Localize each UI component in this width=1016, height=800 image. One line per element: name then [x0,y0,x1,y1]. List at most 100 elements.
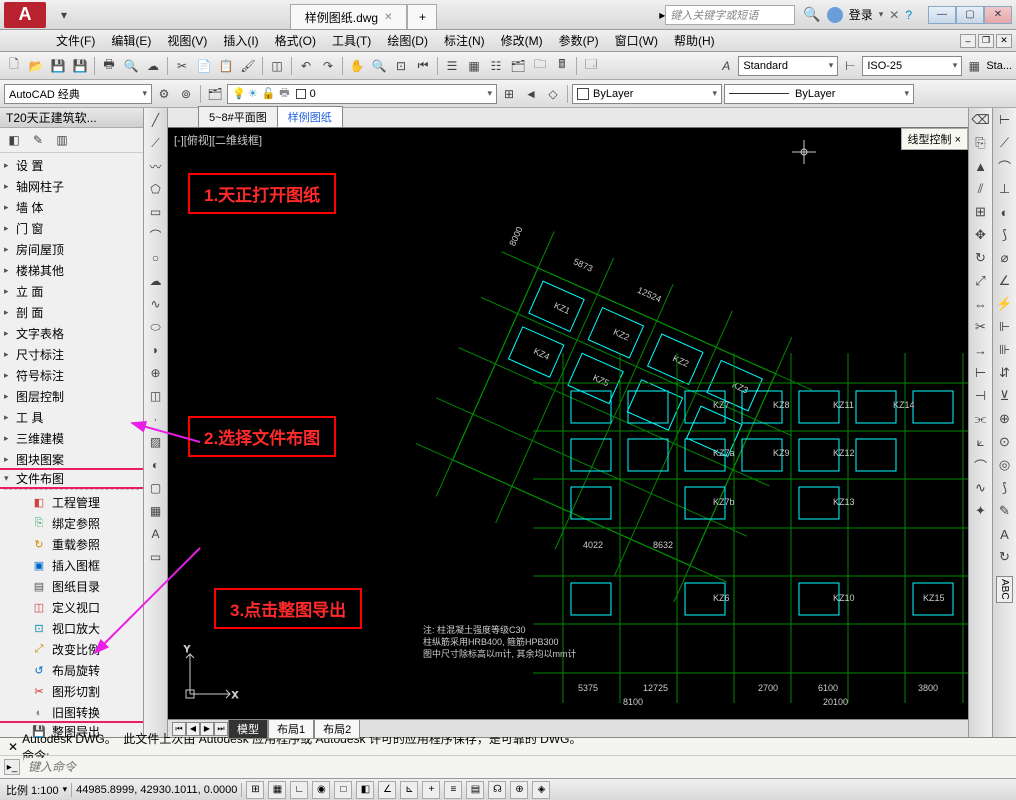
tree-sub-1[interactable]: ⎘绑定参照 [0,513,143,534]
doc-tab-2[interactable]: 样例图纸 [277,106,343,127]
menu-help[interactable]: 帮助(H) [666,30,723,51]
mtext-icon[interactable]: A [146,524,166,544]
doc-tab-1[interactable]: 5~8#平面图 [198,106,278,127]
tree-item-12[interactable]: ▸工 具 [0,407,143,428]
ellipsearc-icon[interactable]: ◗ [146,340,166,360]
toolpalettes-icon[interactable]: ☷ [486,56,506,76]
command-input[interactable] [24,758,1012,776]
zoom-realtime-icon[interactable]: 🔍 [369,56,389,76]
vertical-label[interactable]: ABC [996,576,1013,603]
tree-sub-2[interactable]: ↻重载参照 [0,534,143,555]
otrack-icon[interactable]: ∠ [378,781,396,799]
tree-item-15[interactable]: ▾文件布图 [0,468,143,489]
publish-icon[interactable]: ☁ [143,56,163,76]
workspace-settings2-icon[interactable]: ⊚ [176,84,196,104]
ltab-prev-icon[interactable]: ◀ [186,722,200,736]
offset-icon[interactable]: ⫽ [971,179,991,199]
tree-item-8[interactable]: ▸文字表格 [0,323,143,344]
menu-modify[interactable]: 修改(M) [493,30,551,51]
markup-icon[interactable]: 🗀 [530,56,550,76]
tree-item-2[interactable]: ▸墙 体 [0,197,143,218]
spline-icon[interactable]: ∿ [146,294,166,314]
workspace-dropdown[interactable]: AutoCAD 经典▾ [4,84,152,104]
qat-new-icon[interactable]: ▾ [54,5,74,25]
region-icon[interactable]: ▢ [146,478,166,498]
polar-icon[interactable]: ◉ [312,781,330,799]
lwt-icon[interactable]: ≡ [444,781,462,799]
mirror-icon[interactable]: ▲ [971,156,991,176]
ltab-first-icon[interactable]: ⏮ [172,722,186,736]
ortho-icon[interactable]: ∟ [290,781,308,799]
dim-ordinate-icon[interactable]: ⊥ [995,179,1015,199]
snap-icon[interactable]: ⊞ [246,781,264,799]
help-search-input[interactable]: 键入关键字或短语 [665,5,795,25]
gradient-icon[interactable]: ◐ [146,455,166,475]
ellipse-icon[interactable]: ⬭ [146,317,166,337]
tree-item-4[interactable]: ▸房间屋顶 [0,239,143,260]
dimedit-icon[interactable]: ✎ [995,501,1015,521]
dim-diameter-icon[interactable]: ⌀ [995,248,1015,268]
dim-continue-icon[interactable]: ⊪ [995,340,1015,360]
redo-icon[interactable]: ↷ [318,56,338,76]
dim-arc-icon[interactable]: ⌒ [995,156,1015,176]
sc-icon[interactable]: ⊕ [510,781,528,799]
dimted-icon[interactable]: A [995,524,1015,544]
blockedit-icon[interactable]: ◫ [267,56,287,76]
tree-item-11[interactable]: ▸图层控制 [0,386,143,407]
t20-tool2-icon[interactable]: ✎ [28,130,48,150]
designcenter-icon[interactable]: ▦ [464,56,484,76]
rotate-icon[interactable]: ↻ [971,248,991,268]
tablestyle-icon[interactable]: ▦ [964,56,984,76]
dyn-icon[interactable]: + [422,781,440,799]
status-scale[interactable]: 比例 1:100 [6,782,59,798]
hatch-icon[interactable]: ▨ [146,432,166,452]
undo-icon[interactable]: ↶ [296,56,316,76]
copy-icon[interactable]: 📄 [194,56,214,76]
join-icon[interactable]: ⫘ [971,409,991,429]
explode-icon[interactable]: ✦ [971,501,991,521]
cut-icon[interactable]: ✂ [172,56,192,76]
t20-tool1-icon[interactable]: ◧ [4,130,24,150]
tree-sub-11[interactable]: 💾整图导出 [0,721,143,737]
open-icon[interactable]: 📂 [26,56,46,76]
blend-icon[interactable]: ∿ [971,478,991,498]
tree-item-9[interactable]: ▸尺寸标注 [0,344,143,365]
print-icon[interactable]: 🖶 [99,56,119,76]
tree-sub-5[interactable]: ◫定义视口 [0,597,143,618]
properties-icon[interactable]: ☰ [442,56,462,76]
dim-aligned-icon[interactable]: ⟋ [995,133,1015,153]
move-icon[interactable]: ✥ [971,225,991,245]
help-icon[interactable]: ? [905,8,912,22]
copy2-icon[interactable]: ⎘ [971,133,991,153]
tree-item-0[interactable]: ▸设 置 [0,155,143,176]
revcloud-icon[interactable]: ☁ [146,271,166,291]
menu-tools[interactable]: 工具(T) [324,30,379,51]
table-icon[interactable]: ▦ [146,501,166,521]
ltab-last-icon[interactable]: ⏭ [214,722,228,736]
tree-sub-9[interactable]: ✂图形切割 [0,681,143,702]
dim-jog-icon[interactable]: ⟆ [995,225,1015,245]
ltab-next-icon[interactable]: ▶ [200,722,214,736]
layer-dropdown[interactable]: 💡 ☀ 🔓 🖶 0 ▾ [227,84,497,104]
dim-radius-icon[interactable]: ◐ [995,202,1015,222]
tree-sub-7[interactable]: ⤢改变比例 [0,639,143,660]
save-icon[interactable]: 💾 [48,56,68,76]
exchange-icon[interactable]: ✕ [889,8,899,22]
zoom-prev-icon[interactable]: ⏮ [413,56,433,76]
point-icon[interactable]: · [146,409,166,429]
menu-draw[interactable]: 绘图(D) [379,30,436,51]
tree-sub-3[interactable]: ▣插入图框 [0,555,143,576]
close-button[interactable]: ✕ [984,6,1012,24]
tree-sub-8[interactable]: ↺布局旋转 [0,660,143,681]
dim-break-icon[interactable]: ⊻ [995,386,1015,406]
dim-quick-icon[interactable]: ⚡ [995,294,1015,314]
dimstyle-icon[interactable]: ⊢ [840,56,860,76]
dim-space-icon[interactable]: ⇵ [995,363,1015,383]
app-logo[interactable]: A [4,2,46,28]
menu-param[interactable]: 参数(P) [551,30,607,51]
menu-view[interactable]: 视图(V) [159,30,215,51]
scale-icon[interactable]: ⤢ [971,271,991,291]
tree-item-3[interactable]: ▸门 窗 [0,218,143,239]
cmd-prefix-icon[interactable]: ▸_ [4,759,20,775]
preview-icon[interactable]: 🔍 [121,56,141,76]
